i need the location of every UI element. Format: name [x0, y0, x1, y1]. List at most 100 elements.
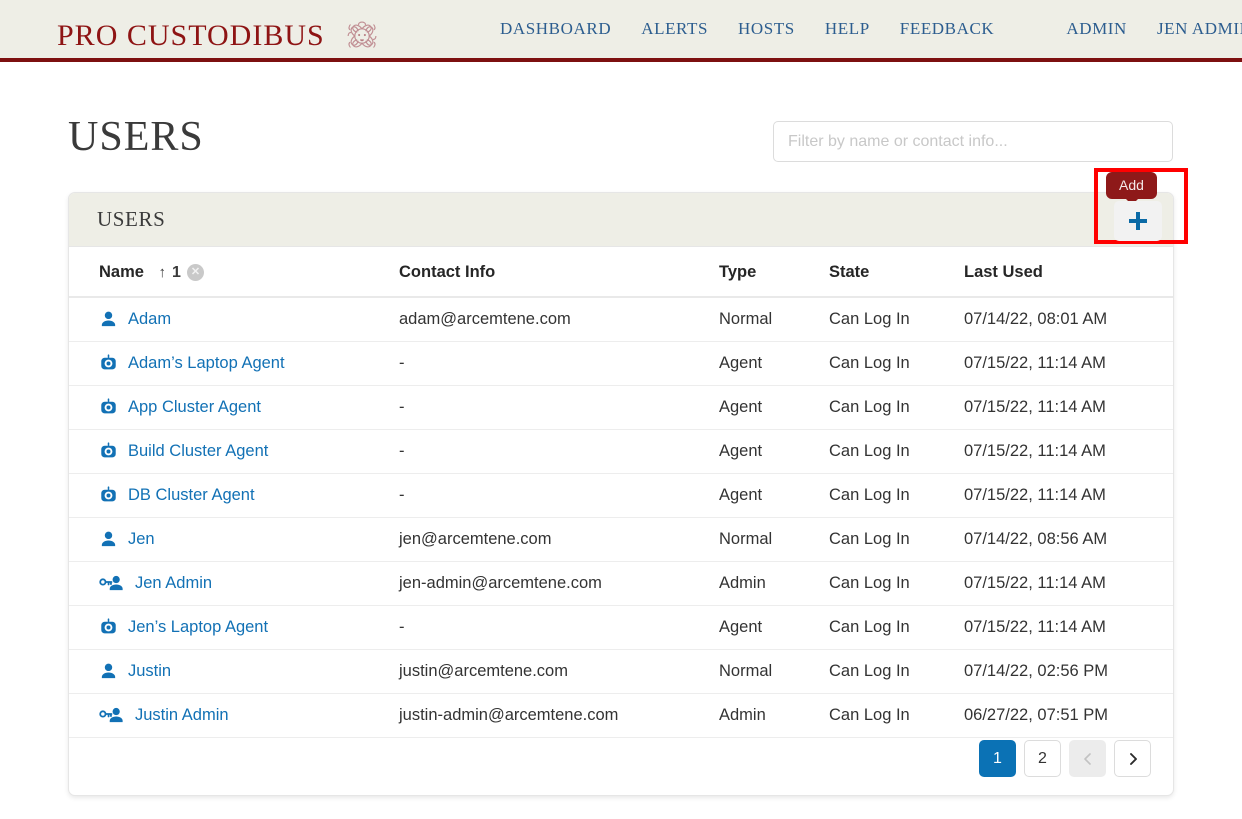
cell-last-used: 07/15/22, 11:14 AM: [964, 473, 1173, 518]
nav-dashboard[interactable]: DASHBOARD: [500, 19, 611, 38]
cell-contact-info: jen-admin@arcemtene.com: [399, 561, 719, 606]
cell-type: Agent: [719, 341, 829, 386]
brand-wordmark: PRO CUSTODIBUS: [57, 19, 325, 52]
add-user-button[interactable]: [1114, 201, 1162, 241]
page-title: USERS: [68, 114, 204, 160]
pagination: 1 2: [979, 740, 1151, 777]
clear-sort-icon[interactable]: ✕: [186, 264, 204, 282]
table-row[interactable]: DB Cluster Agent - Agent Can Log In 07/15/22…: [69, 473, 1173, 518]
users-card-title: USERS: [97, 207, 166, 231]
agent-icon: [99, 398, 118, 417]
chevron-left-icon: [1081, 752, 1095, 766]
table-row[interactable]: Justin Admin justin-admin@arcemtene.com Ad…: [69, 693, 1173, 738]
previous-page-button[interactable]: [1069, 740, 1106, 777]
nav-jen-admin[interactable]: JEN ADMIN: [1157, 19, 1242, 38]
column-header-name-label: Name: [99, 263, 144, 281]
sort-ascending-arrow-icon[interactable]: ↑: [159, 264, 167, 281]
cell-type: Normal: [719, 517, 829, 562]
cell-type: Normal: [719, 297, 829, 342]
users-table-body: Adam adam@arcemtene.com Normal Can Log In 07…: [69, 297, 1173, 738]
nav-help[interactable]: HELP: [825, 19, 870, 38]
next-page-button[interactable]: [1114, 740, 1151, 777]
filter-field-wrapper: [773, 121, 1173, 162]
column-header-contact-info[interactable]: Contact Info: [399, 247, 719, 298]
cell-type: Agent: [719, 473, 829, 518]
table-row[interactable]: App Cluster Agent - Agent Can Log In 07/15/2…: [69, 385, 1173, 430]
cell-state: Can Log In: [829, 649, 964, 694]
user-name-link[interactable]: Adam: [128, 310, 171, 329]
cell-contact-info: justin@arcemtene.com: [399, 649, 719, 694]
agent-icon: [99, 442, 118, 461]
filter-input[interactable]: [773, 121, 1173, 162]
table-row[interactable]: Justin justin@arcemtene.com Normal Can Log …: [69, 649, 1173, 694]
page-button-1[interactable]: 1: [979, 740, 1016, 777]
column-header-last-used[interactable]: Last Used: [964, 247, 1173, 298]
cell-state: Can Log In: [829, 561, 964, 606]
cell-contact-info: jen@arcemtene.com: [399, 517, 719, 562]
cell-name: Adam’s Laptop Agent: [69, 341, 399, 386]
user-name-link[interactable]: Build Cluster Agent: [128, 442, 268, 461]
agent-icon: [99, 486, 118, 505]
user-name-link[interactable]: Adam’s Laptop Agent: [128, 354, 285, 373]
nav-feedback[interactable]: FEEDBACK: [900, 19, 995, 38]
cell-contact-info: -: [399, 385, 719, 430]
cell-last-used: 07/15/22, 11:14 AM: [964, 561, 1173, 606]
table-header-row: Name ↑ 1 ✕ Contact Info Type State Last …: [69, 247, 1173, 298]
brand-logo-link[interactable]: PRO CUSTODIBUS: [57, 13, 385, 59]
table-row[interactable]: Adam’s Laptop Agent - Agent Can Log In 07/15…: [69, 341, 1173, 386]
cell-name: Jen Admin: [69, 561, 399, 606]
cell-last-used: 06/27/22, 07:51 PM: [964, 693, 1173, 738]
user-icon: [99, 662, 118, 681]
table-row[interactable]: Adam adam@arcemtene.com Normal Can Log In 07…: [69, 297, 1173, 342]
cell-last-used: 07/15/22, 11:14 AM: [964, 341, 1173, 386]
nav-account-group: ADMINJEN ADMINLOG OUT: [1066, 19, 1242, 39]
column-header-type[interactable]: Type: [719, 247, 829, 298]
column-header-name[interactable]: Name ↑ 1 ✕: [69, 247, 399, 298]
cell-state: Can Log In: [829, 429, 964, 474]
cell-contact-info: -: [399, 429, 719, 474]
cell-contact-info: -: [399, 473, 719, 518]
cell-contact-info: -: [399, 605, 719, 650]
nav-primary-group: DASHBOARD ALERTS HOSTS HELP FEEDBACK: [500, 19, 1024, 39]
table-row[interactable]: Jen Admin jen-admin@arcemtene.com Admin Can…: [69, 561, 1173, 606]
user-icon: [99, 310, 118, 329]
admin-user-icon: [99, 574, 125, 593]
table-row[interactable]: Build Cluster Agent - Agent Can Log In 07/15…: [69, 429, 1173, 474]
cell-state: Can Log In: [829, 473, 964, 518]
user-name-link[interactable]: DB Cluster Agent: [128, 486, 255, 505]
users-card-header: USERS: [69, 193, 1173, 247]
user-name-link[interactable]: Justin: [128, 662, 171, 681]
cell-state: Can Log In: [829, 385, 964, 430]
agent-icon: [99, 354, 118, 373]
add-user-control: Add: [1098, 172, 1184, 241]
user-name-link[interactable]: Jen: [128, 530, 155, 549]
user-name-link[interactable]: Jen’s Laptop Agent: [128, 618, 268, 637]
sort-order-number: 1: [172, 263, 181, 281]
cell-state: Can Log In: [829, 517, 964, 562]
cell-name: App Cluster Agent: [69, 385, 399, 430]
cell-contact-info: justin-admin@arcemtene.com: [399, 693, 719, 738]
cell-type: Agent: [719, 605, 829, 650]
cell-state: Can Log In: [829, 297, 964, 342]
medusa-head-logo-icon: [339, 13, 385, 59]
cell-name: DB Cluster Agent: [69, 473, 399, 518]
table-row[interactable]: Jen’s Laptop Agent - Agent Can Log In 07/15/…: [69, 605, 1173, 650]
user-name-link[interactable]: Jen Admin: [135, 574, 212, 593]
column-header-state[interactable]: State: [829, 247, 964, 298]
table-row[interactable]: Jen jen@arcemtene.com Normal Can Log In 07/1…: [69, 517, 1173, 562]
cell-state: Can Log In: [829, 693, 964, 738]
users-table: Name ↑ 1 ✕ Contact Info Type State Last …: [69, 247, 1173, 738]
cell-type: Agent: [719, 429, 829, 474]
cell-name: Justin Admin: [69, 693, 399, 738]
cell-type: Admin: [719, 693, 829, 738]
nav-alerts[interactable]: ALERTS: [641, 19, 708, 38]
nav-hosts[interactable]: HOSTS: [738, 19, 795, 38]
main-navigation: DASHBOARD ALERTS HOSTS HELP FEEDBACK ADMIN JE…: [500, 0, 1242, 58]
cell-name: Jen’s Laptop Agent: [69, 605, 399, 650]
cell-last-used: 07/14/22, 02:56 PM: [964, 649, 1173, 694]
nav-admin[interactable]: ADMIN: [1066, 19, 1127, 38]
user-name-link[interactable]: App Cluster Agent: [128, 398, 261, 417]
cell-type: Agent: [719, 385, 829, 430]
user-name-link[interactable]: Justin Admin: [135, 706, 229, 725]
page-button-2[interactable]: 2: [1024, 740, 1061, 777]
